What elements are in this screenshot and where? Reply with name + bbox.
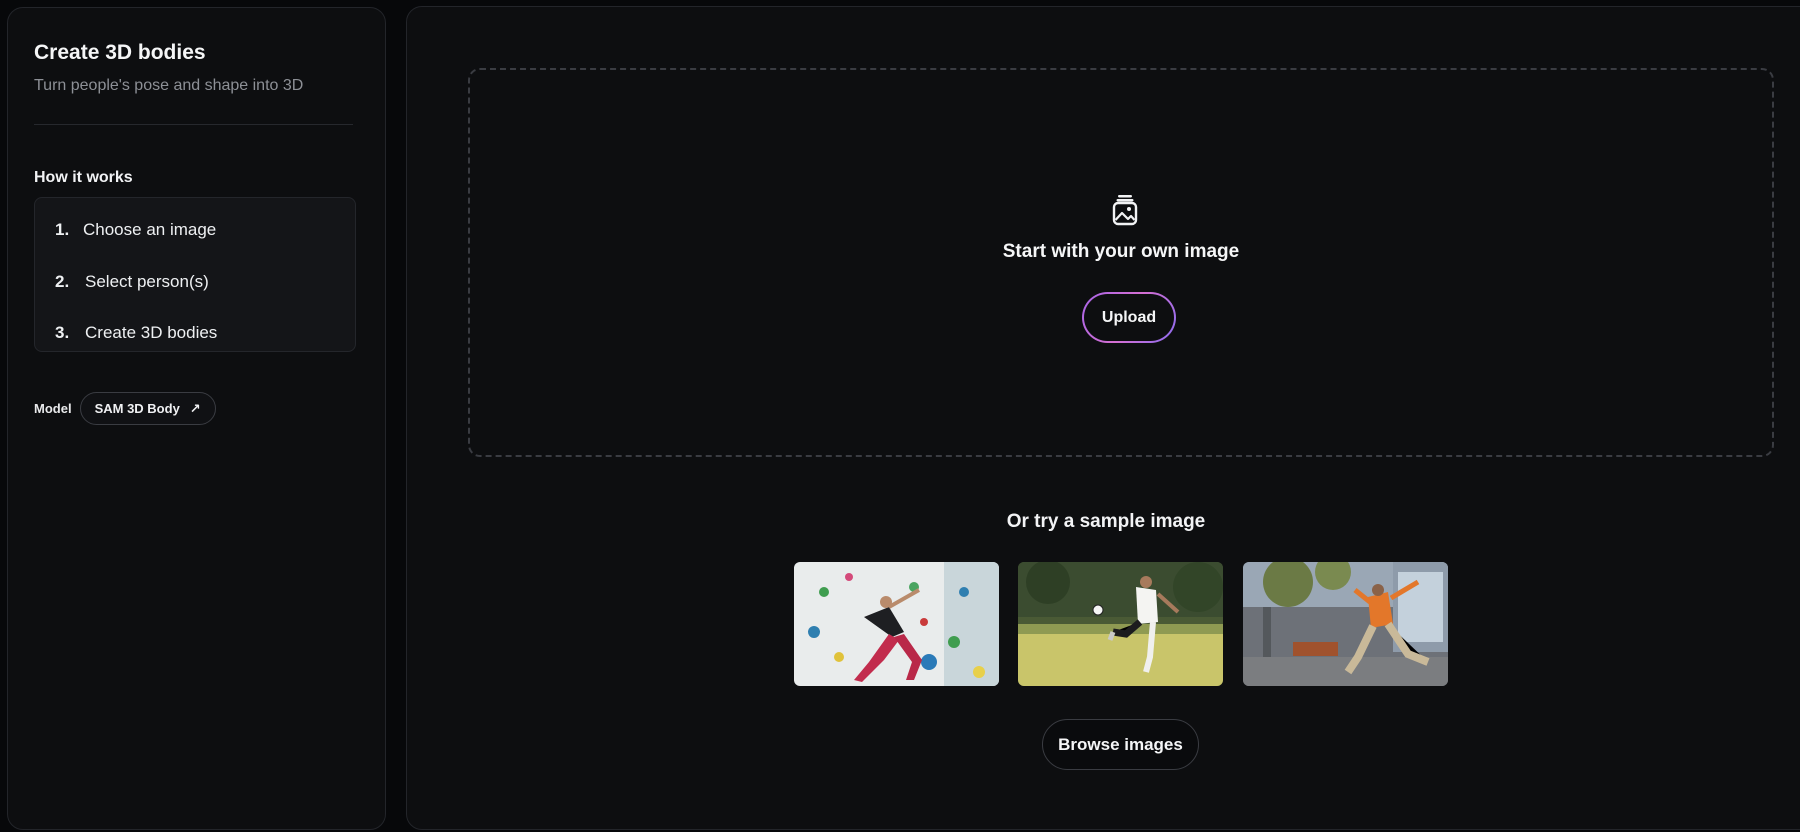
sidebar-divider bbox=[34, 124, 353, 125]
sample-image-soccer[interactable] bbox=[1018, 562, 1223, 686]
how-it-works-heading: How it works bbox=[34, 169, 133, 186]
step-number: 1. bbox=[55, 220, 70, 239]
step-number: 2. bbox=[55, 272, 70, 291]
model-link-button[interactable]: SAM 3D Body ↗ bbox=[79, 392, 216, 425]
sidebar: Create 3D bodies Turn people's pose and … bbox=[7, 7, 386, 830]
main-panel: Start with your own image Upload Or try … bbox=[406, 6, 1800, 830]
model-label: Model bbox=[34, 401, 72, 416]
step-item: 1. Choose an image bbox=[55, 220, 216, 240]
model-row: Model SAM 3D Body ↗ bbox=[34, 392, 216, 425]
step-label: Select person(s) bbox=[85, 272, 209, 291]
arrow-up-right-icon: ↗ bbox=[189, 400, 201, 416]
step-label: Choose an image bbox=[83, 220, 217, 239]
sample-image-street[interactable] bbox=[1243, 562, 1448, 686]
sample-image-climbing[interactable] bbox=[794, 562, 999, 686]
steps-list: 1. Choose an image 2. Select person(s) 3… bbox=[34, 197, 356, 352]
dropzone-title: Start with your own image bbox=[1002, 241, 1240, 262]
step-label: Create 3D bodies bbox=[85, 323, 218, 342]
upload-label: Upload bbox=[1084, 294, 1174, 341]
sidebar-subtitle: Turn people's pose and shape into 3D bbox=[34, 77, 304, 94]
sample-heading: Or try a sample image bbox=[1006, 511, 1206, 532]
image-dropzone[interactable]: Start with your own image Upload bbox=[468, 68, 1774, 457]
step-item: 3. Create 3D bodies bbox=[55, 323, 217, 343]
model-name: SAM 3D Body bbox=[94, 401, 180, 416]
step-number: 3. bbox=[55, 323, 70, 342]
sidebar-title: Create 3D bodies bbox=[34, 41, 206, 64]
step-item: 2. Select person(s) bbox=[55, 272, 209, 292]
upload-button[interactable]: Upload bbox=[1082, 292, 1176, 343]
image-jar-icon bbox=[1112, 195, 1138, 226]
browse-images-button[interactable]: Browse images bbox=[1042, 719, 1199, 770]
